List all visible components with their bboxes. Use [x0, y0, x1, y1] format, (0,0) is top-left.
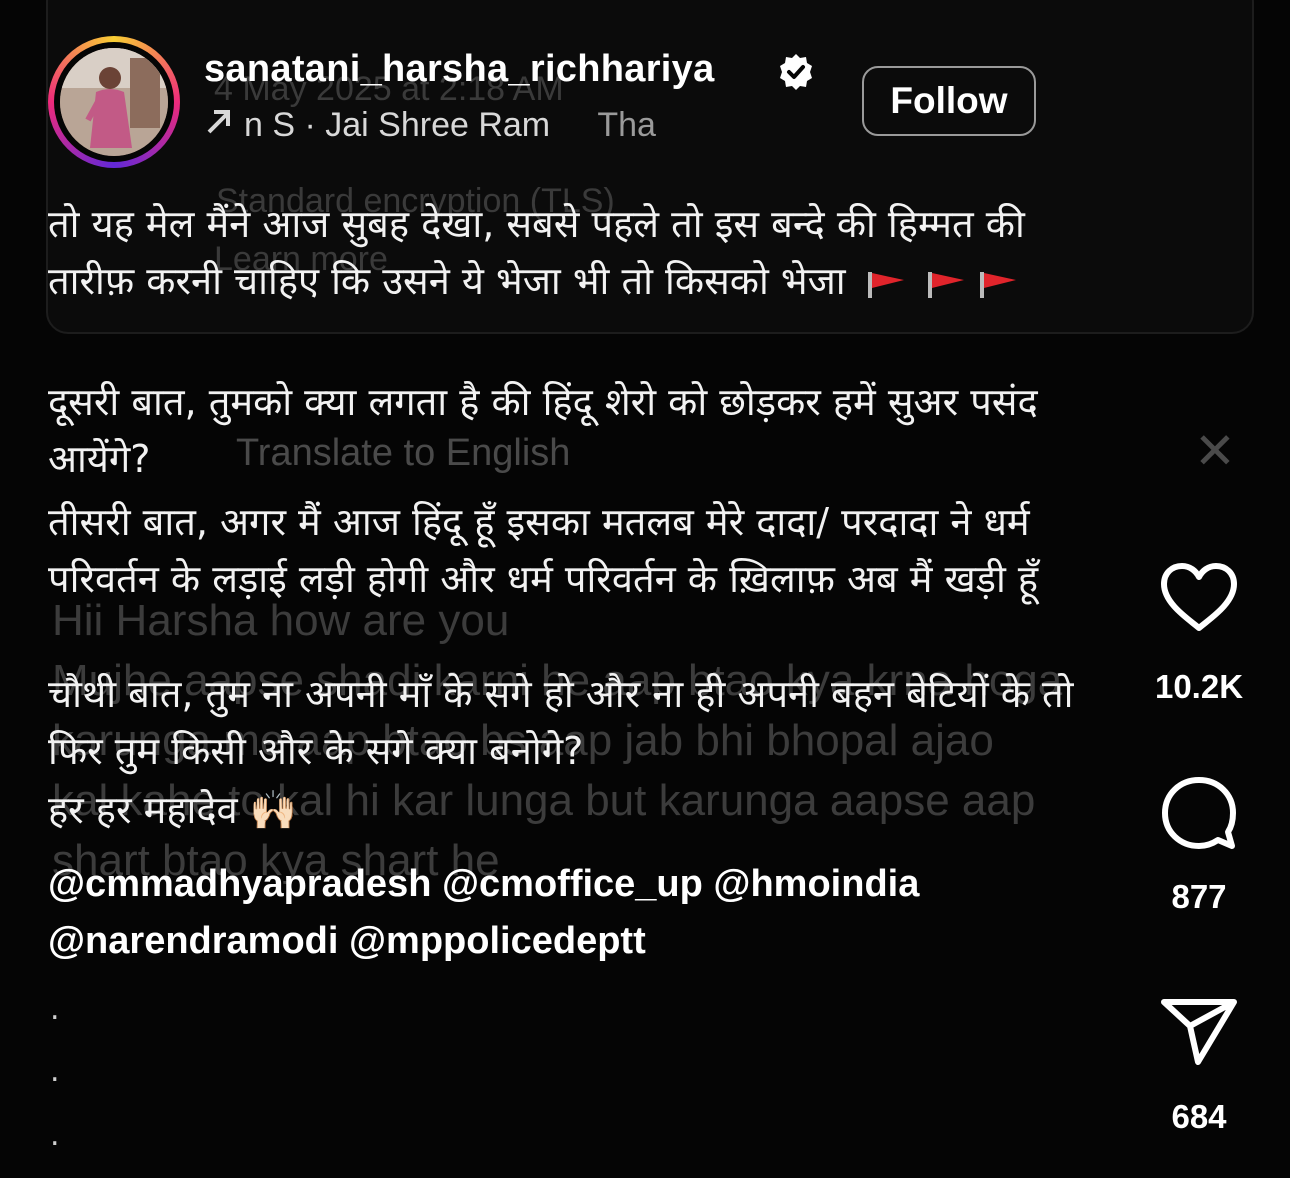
caption-mentions[interactable]: @cmmadhyapradesh @cmoffice_up @hmoindia …	[48, 856, 1108, 970]
caption-dot: .	[50, 992, 60, 1027]
caption-dot: .	[50, 1054, 60, 1089]
paper-plane-icon[interactable]	[1160, 996, 1238, 1066]
caption-paragraph-1: तो यह मेल मैंने आज सुबह देखा, सबसे पहले …	[48, 196, 1108, 310]
caption-paragraph-3: तीसरी बात, अगर मैं आज हिंदू हूँ इसका मतल…	[48, 500, 1039, 601]
mentions-line[interactable]: @cmmadhyapradesh @cmoffice_up @hmoindia	[48, 856, 1108, 913]
caption-dot: .	[50, 1118, 60, 1153]
red-flag-icon	[979, 271, 1016, 298]
like-count[interactable]: 10.2K	[1129, 668, 1269, 706]
red-flag-icon	[867, 271, 904, 298]
comment-bubble-icon[interactable]	[1162, 776, 1236, 850]
background-close-icon: ✕	[1194, 423, 1236, 479]
caption-paragraph-5: हर हर महादेव 🙌🏻	[48, 782, 1108, 839]
caption-text: हर हर महादेव	[48, 788, 238, 832]
avatar-image	[60, 48, 168, 156]
red-flag-icon	[927, 271, 964, 298]
follow-button[interactable]: Follow	[862, 66, 1036, 136]
avatar-border	[54, 42, 174, 162]
share-count[interactable]: 684	[1129, 1098, 1269, 1136]
caption-paragraph-4: चौथी बात, तुम ना अपनी माँ के सगे हो और न…	[48, 672, 1074, 773]
audio-track[interactable]: n S · Jai Shree Ram Tha	[204, 106, 656, 145]
avatar[interactable]	[48, 36, 180, 168]
audio-track-text: n S · Jai Shree Ram	[244, 106, 551, 144]
audio-track-text-faded: Tha	[597, 106, 656, 144]
caption-paragraph-2: दूसरी बात, तुमको क्या लगता है की हिंदू श…	[48, 380, 1038, 481]
heart-icon[interactable]	[1160, 562, 1238, 634]
raising-hands-icon: 🙌🏻	[249, 788, 298, 832]
comment-count[interactable]: 877	[1129, 878, 1269, 916]
arrow-up-right-icon	[204, 106, 234, 145]
verified-badge-icon	[780, 54, 812, 90]
username[interactable]: sanatani_harsha_richhariya	[204, 48, 715, 91]
mentions-line[interactable]: @narendramodi @mppolicedeptt	[48, 913, 1108, 970]
profile-photo-icon	[60, 48, 168, 156]
